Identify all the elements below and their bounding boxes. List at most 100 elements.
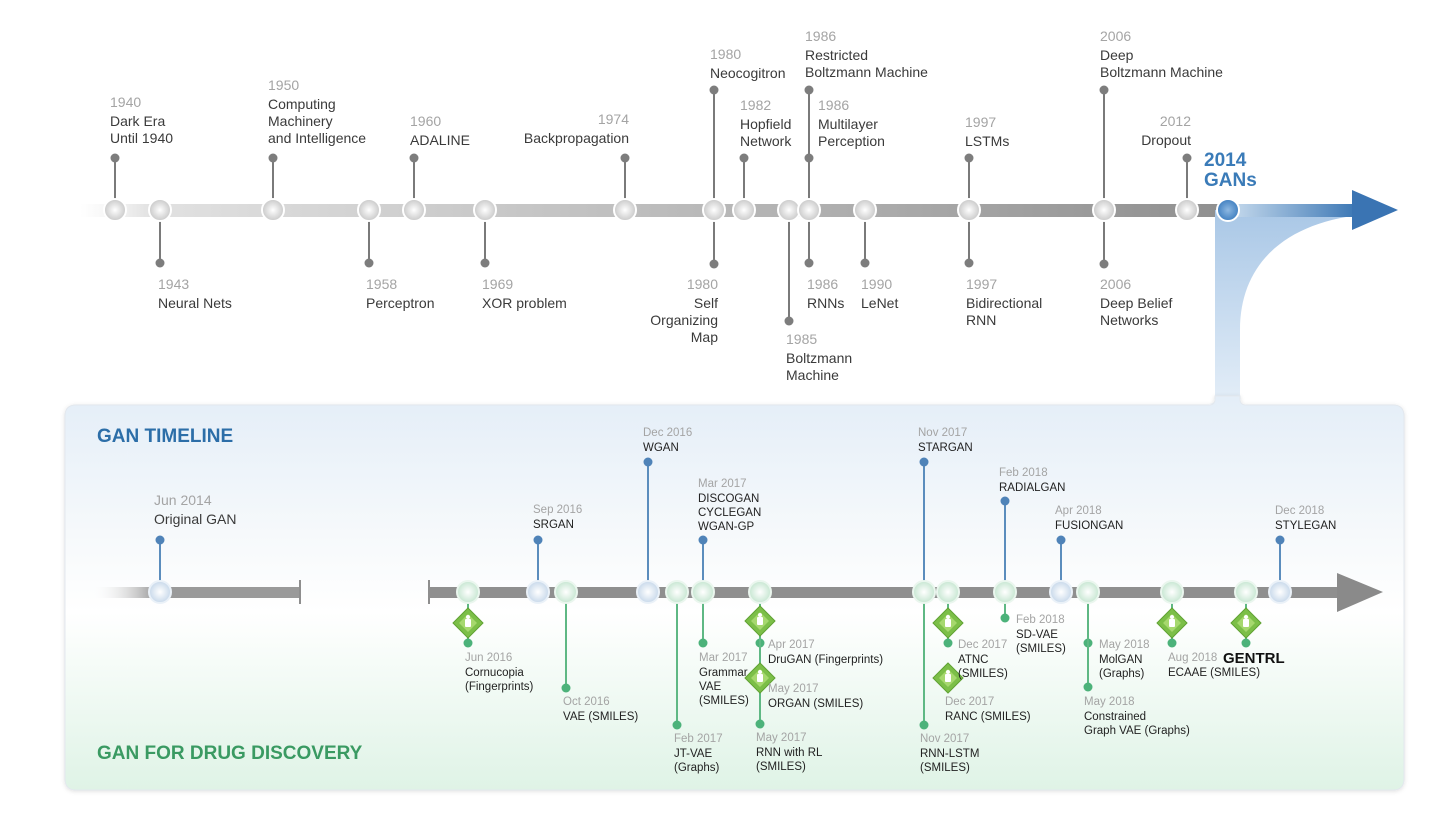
event-label: Neural Nets: [158, 295, 232, 311]
event-label: Dark Era: [110, 113, 165, 129]
event-label: RNNs: [807, 295, 844, 311]
event-label: RADIALGAN: [999, 482, 1065, 494]
event-label: (SMILES): [1016, 643, 1066, 655]
gan-timeline-node[interactable]: [636, 580, 660, 604]
timeline-node[interactable]: [103, 198, 127, 222]
event-date: 1990: [861, 276, 892, 292]
history-event-label: 1940 Dark EraUntil 1940: [110, 94, 173, 146]
drug-event-stem-dot: [919, 720, 929, 730]
event-date: Aug 2018: [1168, 652, 1217, 664]
event-label: Deep Belief: [1100, 295, 1172, 311]
gan-event-stem-dot: [643, 457, 653, 467]
gan-event-stem-dot: [1000, 496, 1010, 506]
drug-event-stem-dot: [943, 638, 953, 648]
drug-timeline-node[interactable]: [665, 580, 689, 604]
gan-timeline-node[interactable]: [1049, 580, 1073, 604]
event-label: Map: [691, 329, 718, 345]
timeline-node[interactable]: [261, 198, 285, 222]
event-label: VAE: [699, 681, 721, 693]
timeline-node[interactable]: [613, 198, 637, 222]
event-label: Machine: [786, 367, 839, 383]
drug-timeline-node[interactable]: [1076, 580, 1100, 604]
event-date: 1986: [807, 276, 838, 292]
history-event-label: 1986 RestrictedBoltzmann Machine: [805, 28, 928, 80]
gan-timeline-node[interactable]: [1268, 580, 1292, 604]
drug-timeline-node[interactable]: [554, 580, 578, 604]
event-label: Cornucopia: [465, 667, 524, 679]
event-stem-dot: [155, 258, 165, 268]
event-stem-dot: [1099, 259, 1109, 269]
timeline-node[interactable]: [357, 198, 381, 222]
event-date: 1986: [818, 97, 849, 113]
gan-event-stem-dot: [1275, 535, 1285, 545]
timeline-node[interactable]: [797, 198, 821, 222]
timeline-node[interactable]: [148, 198, 172, 222]
gan-2014-node[interactable]: [1216, 198, 1240, 222]
event-date: Mar 2017: [698, 478, 747, 490]
drug-timeline-node[interactable]: [912, 580, 936, 604]
event-label: Boltzmann: [786, 350, 852, 366]
timeline-node[interactable]: [702, 198, 726, 222]
axis-right-start-tick: [428, 580, 430, 604]
event-label: Self: [694, 295, 718, 311]
event-stem-dot: [804, 258, 814, 268]
event-date: Nov 2017: [920, 733, 969, 745]
timeline-node[interactable]: [1092, 198, 1116, 222]
timeline-node[interactable]: [957, 198, 981, 222]
drug-timeline-node[interactable]: [1160, 580, 1184, 604]
history-event-label: 1943 Neural Nets: [158, 276, 232, 311]
event-date: Jun 2014: [154, 492, 212, 508]
event-date: Nov 2017: [918, 427, 967, 439]
event-date: 1982: [740, 97, 771, 113]
event-stem-dot: [268, 153, 278, 163]
event-label: STARGAN: [918, 442, 973, 454]
drug-timeline-node[interactable]: [691, 580, 715, 604]
event-date: May 2017: [756, 732, 807, 744]
event-label: WGAN: [643, 442, 679, 454]
timeline-node[interactable]: [777, 198, 801, 222]
history-event-label: 2006 Deep BeliefNetworks: [1100, 276, 1172, 328]
timeline-node[interactable]: [732, 198, 756, 222]
timeline-node[interactable]: [473, 198, 497, 222]
history-timeline: 1940 Dark EraUntil 1940 1943 Neural Nets 195…: [80, 28, 1398, 404]
event-date: Apr 2018: [1055, 505, 1102, 517]
gan-funnel: [1209, 210, 1370, 404]
event-label: Original GAN: [154, 511, 236, 527]
event-label: Grammar: [699, 667, 748, 679]
drug-timeline-node[interactable]: [936, 580, 960, 604]
timeline-node[interactable]: [853, 198, 877, 222]
timeline-node[interactable]: [1175, 198, 1199, 222]
event-date: 1997: [966, 276, 997, 292]
timeline-node[interactable]: [402, 198, 426, 222]
event-date: 2012: [1160, 113, 1191, 129]
event-date: Jun 2016: [465, 652, 512, 664]
event-date: 1969: [482, 276, 513, 292]
event-stem-dot: [110, 153, 120, 163]
event-label: Perceptron: [366, 295, 434, 311]
event-label: Bidirectional: [966, 295, 1042, 311]
event-date: 1943: [158, 276, 189, 292]
gan-timeline-node[interactable]: [526, 580, 550, 604]
history-event-label: 1950 ComputingMachineryand Intelligence: [268, 77, 366, 146]
drug-timeline-node[interactable]: [1234, 580, 1258, 604]
event-date: May 2017: [768, 683, 819, 695]
drug-timeline-node[interactable]: [748, 580, 772, 604]
gan-event-stem-dot: [919, 457, 929, 467]
event-label: DruGAN (Fingerprints): [768, 654, 883, 666]
event-date: Apr 2017: [768, 639, 815, 651]
event-date: 1950: [268, 77, 299, 93]
history-event-label: 1974 Backpropagation: [524, 111, 629, 146]
gan-axis-left: [92, 587, 301, 598]
gan-timeline-node[interactable]: [148, 580, 172, 604]
drug-timeline-node[interactable]: [993, 580, 1017, 604]
event-label: Graph VAE (Graphs): [1084, 725, 1190, 737]
event-date: 1986: [805, 28, 836, 44]
history-event-label: 1958 Perceptron: [366, 276, 434, 311]
drug-timeline-node[interactable]: [456, 580, 480, 604]
history-event-label: 1980 Neocogitron: [710, 46, 786, 81]
gan-arrow-head: [1352, 190, 1398, 230]
event-date: Sep 2016: [533, 504, 582, 516]
event-date: Dec 2018: [1275, 505, 1324, 517]
drug-event-stem-dot: [698, 638, 708, 648]
event-label: (Graphs): [1099, 668, 1145, 680]
